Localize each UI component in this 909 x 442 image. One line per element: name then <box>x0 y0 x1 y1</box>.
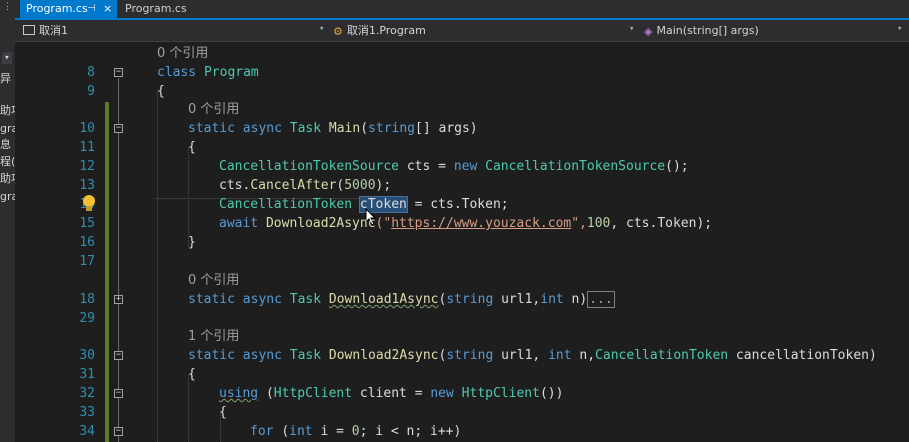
code-line: 8 − class Program <box>15 63 909 82</box>
code-line: 15 await Download2Async("https://www.you… <box>15 214 909 233</box>
code-text: for (int i = 0; i < n; i++) <box>250 424 462 439</box>
code-line: 14 CancellationToken cToken = cts.Token; <box>15 195 909 214</box>
member-dropdown[interactable]: ◈ Main(string[] args) <box>644 22 894 39</box>
code-line: 17 <box>15 252 909 271</box>
code-line: 11 { <box>15 138 909 157</box>
line-number: 13 <box>79 178 95 193</box>
code-line: 29 <box>15 309 909 328</box>
collapse-icon[interactable]: − <box>114 389 123 398</box>
line-number: 12 <box>79 159 95 174</box>
method-icon: ◈ <box>644 25 653 38</box>
code-line: 13 cts.CancelAfter(5000); <box>15 176 909 195</box>
tab-label: Program.cs <box>26 2 88 15</box>
line-number: 34 <box>79 424 95 439</box>
line-number: 18 <box>79 292 95 307</box>
code-lens-references[interactable]: 0 个引用 <box>157 44 208 63</box>
panel-grip-icon[interactable]: ⋮ <box>3 2 12 12</box>
code-lens-references[interactable]: 1 个引用 <box>188 327 239 346</box>
code-text: static async Task Download1Async(string … <box>188 291 615 308</box>
csharp-project-icon <box>23 25 35 35</box>
line-number: 16 <box>79 235 95 250</box>
code-lens-row: 0 个引用 <box>15 44 909 63</box>
lightbulb-base <box>86 206 92 211</box>
code-text: CancellationTokenSource cts = new Cancel… <box>219 159 689 174</box>
line-number: 29 <box>79 311 95 326</box>
tab-program-cs-active[interactable]: Program.cs ⊣ × <box>20 0 117 18</box>
panel-text-fragment: 助项 <box>0 104 15 117</box>
panel-dropdown-icon[interactable]: ▾ <box>2 52 12 64</box>
document-tab-strip: Program.cs ⊣ × Program.cs <box>15 0 909 20</box>
line-number: 17 <box>79 254 95 269</box>
tab-program-cs[interactable]: Program.cs <box>119 0 199 18</box>
code-lens-row: 0 个引用 <box>15 100 909 119</box>
panel-text-fragment: 息 <box>0 138 11 151</box>
panel-text-fragment: gra <box>0 190 15 203</box>
collapse-icon[interactable]: − <box>114 427 123 436</box>
tab-label: Program.cs <box>125 2 187 15</box>
code-text: { <box>188 140 196 155</box>
member-dropdown-label: Main(string[] args) <box>656 24 759 37</box>
code-line: 10 − static async Task Main(string[] arg… <box>15 119 909 138</box>
code-text: using (HttpClient client = new HttpClien… <box>219 386 564 401</box>
collapse-icon[interactable]: − <box>114 351 123 360</box>
collapse-icon[interactable]: − <box>114 68 123 77</box>
code-line: 9 { <box>15 82 909 101</box>
code-line: 12 CancellationTokenSource cts = new Can… <box>15 157 909 176</box>
code-editor[interactable]: 0 个引用 8 − class Program 9 { 0 个引用 10 − s… <box>15 42 909 442</box>
pin-icon[interactable]: ⊣ <box>87 0 96 18</box>
line-number: 8 <box>87 65 95 80</box>
collapsed-region-button[interactable]: ... <box>587 291 615 308</box>
line-number: 11 <box>79 140 95 155</box>
url-link[interactable]: https://www.youzack.com <box>391 216 571 231</box>
line-number: 32 <box>79 386 95 401</box>
code-line: 30 − static async Task Download2Async(st… <box>15 346 909 365</box>
chevron-down-icon[interactable]: ▾ <box>897 24 902 34</box>
chevron-down-icon[interactable]: ▾ <box>629 24 634 34</box>
code-line: 31 { <box>15 365 909 384</box>
expand-icon[interactable]: + <box>114 295 123 304</box>
class-dropdown-label: 取消1.Program <box>346 24 426 37</box>
panel-text-fragment: gra <box>0 122 15 135</box>
line-number: 30 <box>79 348 95 363</box>
code-line: 32 − using (HttpClient client = new Http… <box>15 384 909 403</box>
code-text: { <box>157 84 165 99</box>
navigation-bar: 取消1 ▾ ⚙ 取消1.Program ▾ ◈ Main(string[] args… <box>15 20 909 42</box>
line-number: 10 <box>79 121 95 136</box>
class-dropdown[interactable]: ⚙ 取消1.Program <box>333 22 623 39</box>
code-text: static async Task Download2Async(string … <box>188 348 877 363</box>
code-text: { <box>188 367 196 382</box>
code-text: class Program <box>157 65 259 80</box>
code-line: 18 + static async Task Download1Async(st… <box>15 290 909 309</box>
code-text: await Download2Async("https://www.youzac… <box>219 216 713 231</box>
code-lens-row: 1 个引用 <box>15 327 909 346</box>
line-number: 9 <box>87 84 95 99</box>
code-line: 33 { <box>15 403 909 422</box>
chevron-down-icon[interactable]: ▾ <box>319 24 324 34</box>
code-lens-row: 0 个引用 <box>15 271 909 290</box>
line-number: 15 <box>79 216 95 231</box>
code-text: cts.CancelAfter(5000); <box>219 178 392 193</box>
left-docked-panel[interactable]: ⋮ ▾ 异 助项 gra 息 程( 助项 gra <box>0 0 16 442</box>
collapse-icon[interactable]: − <box>114 124 123 133</box>
code-text: static async Task Main(string[] args) <box>188 121 478 136</box>
class-icon: ⚙ <box>333 25 343 38</box>
code-text: } <box>188 235 196 250</box>
project-dropdown-label: 取消1 <box>39 24 68 37</box>
code-lens-references[interactable]: 0 个引用 <box>188 271 239 290</box>
panel-text-fragment: 程( <box>0 155 15 168</box>
code-lens-references[interactable]: 0 个引用 <box>188 100 239 119</box>
project-dropdown[interactable]: 取消1 <box>23 22 323 39</box>
panel-text-fragment: 助项 <box>0 172 15 185</box>
code-text: CancellationToken cToken = cts.Token; <box>219 196 509 213</box>
line-number: 33 <box>79 405 95 420</box>
panel-text-fragment: 异 <box>0 72 11 85</box>
line-number: 31 <box>79 367 95 382</box>
close-icon[interactable]: × <box>103 0 112 18</box>
lightbulb-icon[interactable] <box>82 195 96 213</box>
code-text: { <box>219 405 227 420</box>
code-line: 16 } <box>15 233 909 252</box>
code-line: 34 − for (int i = 0; i < n; i++) <box>15 422 909 441</box>
